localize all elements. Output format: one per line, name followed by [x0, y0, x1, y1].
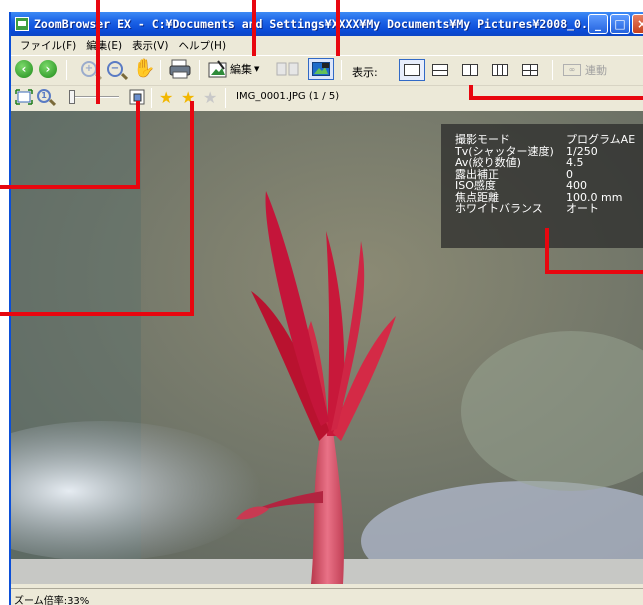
fit-window-icon — [15, 89, 33, 105]
compare-button[interactable] — [276, 61, 300, 77]
actual-size-button[interactable]: 1 — [37, 89, 51, 103]
menu-help[interactable]: ヘルプ(H) — [173, 38, 231, 53]
close-button[interactable]: × — [632, 14, 643, 34]
view-two-column-icon — [462, 64, 478, 76]
shooting-info-button[interactable] — [308, 58, 334, 80]
fit-window-button[interactable] — [15, 89, 33, 105]
zoom-slider[interactable] — [65, 89, 121, 105]
arrow-right-icon: › — [39, 60, 57, 78]
sync-label: 連動 — [585, 64, 607, 77]
zoom-status: ズーム倍率:33% — [14, 596, 90, 605]
info-row-white-balance: ホワイトバランス オート — [455, 202, 599, 215]
maximize-button[interactable]: □ — [610, 14, 630, 34]
callout-line-zoom-window — [0, 185, 140, 189]
info-row-iso: ISO感度 400 — [455, 179, 587, 192]
callout-line-view — [469, 96, 643, 100]
view-horizontal-split-button[interactable] — [427, 59, 453, 81]
zoom-slider-thumb[interactable] — [69, 90, 75, 104]
sync-button[interactable]: ∞ 連動 — [563, 62, 607, 78]
chevron-down-icon: ▼ — [254, 65, 260, 73]
zoom-out-button[interactable]: − — [107, 61, 123, 77]
callout-line-shooting-info — [545, 228, 549, 274]
callout-line-rating — [0, 312, 194, 316]
hand-tool-button[interactable]: ✋ — [133, 58, 155, 79]
edit-image-icon — [208, 60, 227, 78]
menu-view[interactable]: 表示(V) — [127, 38, 173, 53]
view-horizontal-split-icon — [432, 64, 448, 76]
minimize-button[interactable]: _ — [588, 14, 608, 34]
app-window: ZoomBrowser EX - C:¥Documents and Settin… — [9, 12, 643, 605]
menu-file[interactable]: ファイル(F) — [15, 38, 81, 53]
menu-edit[interactable]: 編集(E) — [81, 38, 127, 53]
edit-label: 編集 — [230, 63, 252, 76]
image-info-icon — [312, 62, 330, 76]
info-row-av: Av(絞り数値) 4.5 — [455, 156, 584, 169]
hand-icon: ✋ — [133, 58, 156, 79]
view-three-column-button[interactable] — [487, 59, 513, 81]
view-two-column-button[interactable] — [457, 59, 483, 81]
toolbar-divider — [151, 88, 152, 108]
toolbar-divider — [66, 60, 67, 80]
callout-line-rating — [190, 101, 194, 316]
callout-line-zoom-window — [136, 101, 140, 189]
status-bar: ズーム倍率:33% — [11, 588, 643, 605]
title-bar[interactable]: ZoomBrowser EX - C:¥Documents and Settin… — [11, 12, 643, 36]
callout-line-edit — [252, 0, 256, 56]
file-info: IMG_0001.JPG (1 / 5) — [236, 91, 340, 102]
zoom-in-icon: + — [81, 61, 97, 77]
toolbar-divider — [225, 88, 226, 108]
print-button[interactable] — [169, 59, 191, 79]
compare-icon — [276, 62, 299, 76]
toolbar-divider — [199, 60, 200, 80]
callout-line-slider — [96, 0, 100, 104]
menu-bar: ファイル(F) 編集(E) 表示(V) ヘルプ(H) — [11, 36, 643, 54]
callout-line-info — [336, 0, 340, 56]
view-three-column-icon — [492, 64, 508, 76]
star-filled-icon: ★ — [159, 88, 174, 107]
link-icon: ∞ — [563, 64, 581, 76]
star-rating-3[interactable]: ★ — [203, 88, 217, 107]
shooting-info-panel: 撮影モード プログラムAE Tv(シャッター速度) 1/250 Av(絞り数値)… — [441, 124, 643, 248]
actual-size-icon: 1 — [37, 89, 51, 103]
forward-button[interactable]: › — [39, 60, 57, 78]
printer-icon — [169, 59, 191, 79]
toolbar-divider — [341, 60, 342, 80]
toolbar-divider — [552, 60, 553, 80]
info-row-mode: 撮影モード プログラムAE — [455, 133, 636, 146]
zoom-in-button[interactable]: + — [81, 61, 97, 77]
star-rating-1[interactable]: ★ — [159, 88, 173, 107]
view-single-icon — [404, 64, 420, 76]
view-single-button[interactable] — [399, 59, 425, 81]
callout-line-shooting-info — [545, 270, 643, 274]
window-title: ZoomBrowser EX - C:¥Documents and Settin… — [34, 17, 594, 31]
back-button[interactable]: ‹ — [15, 60, 33, 78]
edit-button[interactable]: 編集 ▼ — [208, 59, 259, 79]
arrow-left-icon: ‹ — [15, 60, 33, 78]
view-label: 表示: — [352, 66, 378, 79]
main-toolbar: ‹ › + − ✋ 編集 ▼ 表示: ∞ 連動 — [11, 55, 643, 83]
toolbar-divider — [160, 60, 161, 80]
zoom-out-icon: − — [107, 61, 123, 77]
app-icon — [15, 17, 29, 31]
view-grid-button[interactable] — [517, 59, 543, 81]
star-empty-icon: ★ — [203, 88, 218, 107]
view-grid-icon — [522, 64, 538, 76]
